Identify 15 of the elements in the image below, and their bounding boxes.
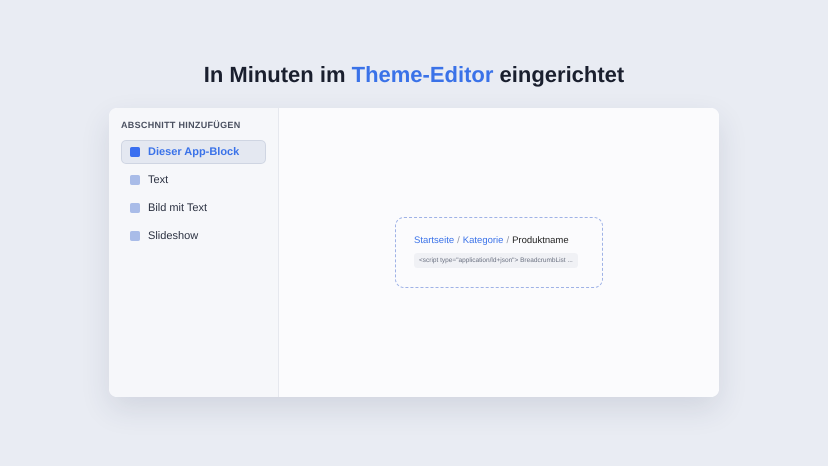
breadcrumb-link[interactable]: Startseite <box>414 235 454 246</box>
block-icon <box>130 147 140 157</box>
section-item[interactable]: Text <box>121 168 266 192</box>
section-item[interactable]: Slideshow <box>121 224 266 248</box>
block-icon <box>130 203 140 213</box>
section-item[interactable]: Dieser App-Block <box>121 140 266 164</box>
breadcrumb-link[interactable]: Kategorie <box>462 235 504 246</box>
breadcrumb-current: Produktname <box>512 235 569 246</box>
block-icon <box>130 231 140 241</box>
section-item[interactable]: Bild mit Text <box>121 196 266 220</box>
breadcrumb-separator: / <box>506 235 510 246</box>
block-icon <box>130 175 140 185</box>
breadcrumb-separator: / <box>457 235 460 246</box>
sidebar-title: ABSCHNITT HINZUFÜGEN <box>121 120 242 130</box>
page-heading: In Minuten im Theme-Editor eingerichtet <box>204 62 624 88</box>
